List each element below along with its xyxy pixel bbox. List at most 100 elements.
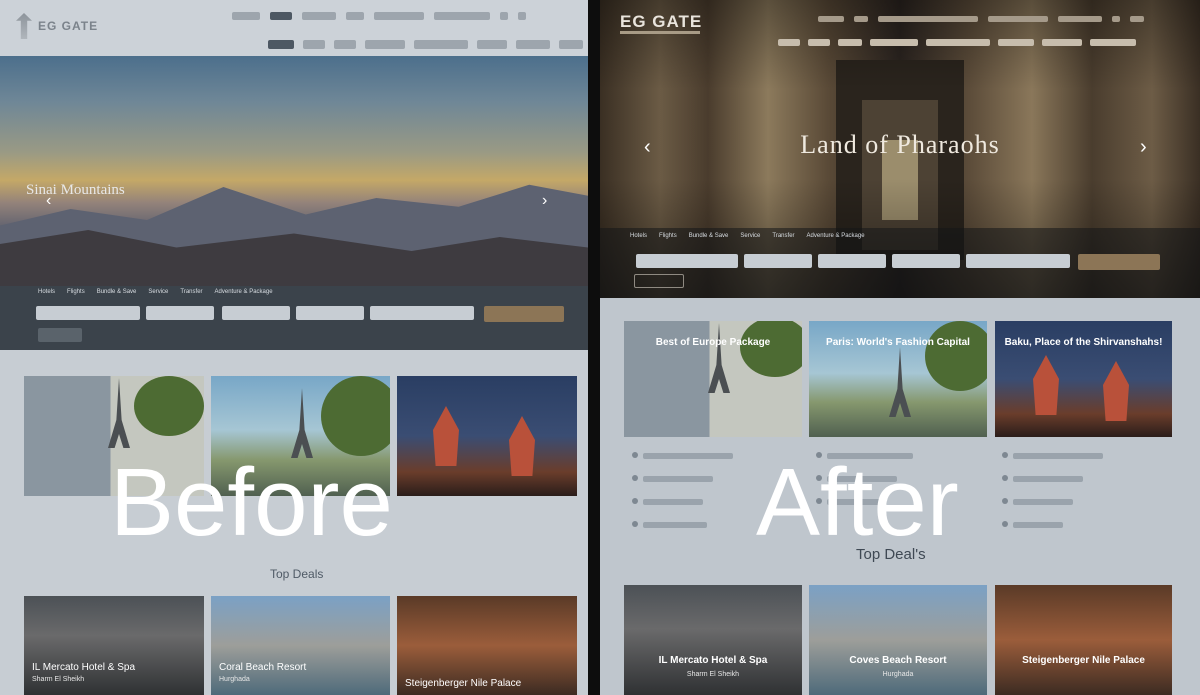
nav-item[interactable] <box>1090 39 1136 46</box>
eiffel-tower-icon <box>108 378 130 448</box>
slider-next-icon[interactable]: › <box>1140 136 1147 159</box>
before-logo-text: EG GATE <box>38 19 99 33</box>
search-tab[interactable]: Service <box>740 233 760 239</box>
after-top-links <box>818 16 1144 22</box>
search-tab[interactable]: Service <box>148 289 168 295</box>
before-search-button[interactable] <box>484 306 564 322</box>
before-top-links <box>232 12 526 20</box>
menu-icon[interactable] <box>518 12 526 20</box>
nav-item[interactable] <box>303 40 325 49</box>
nav-item[interactable] <box>778 39 800 46</box>
before-deal-card-baku[interactable] <box>397 376 577 496</box>
top-link[interactable] <box>1058 16 1102 22</box>
nav-item[interactable] <box>808 39 830 46</box>
top-link[interactable] <box>434 12 490 20</box>
top-link[interactable] <box>232 12 260 20</box>
nav-item[interactable] <box>998 39 1034 46</box>
hotel-name: IL Mercato Hotel & Spa <box>32 662 136 673</box>
search-tab[interactable]: Adventure & Package <box>215 289 273 295</box>
after-hero-slider: EG GATE Land of Pharaohs ‹ › Hotels Flig… <box>600 0 1200 298</box>
search-tab[interactable]: Bundle & Save <box>689 233 729 239</box>
add-rooms-button[interactable] <box>634 274 684 288</box>
check-icon <box>1002 497 1008 504</box>
top-link[interactable] <box>346 12 364 20</box>
feature-line <box>643 453 733 459</box>
top-link-active[interactable] <box>270 12 292 20</box>
slider-prev-icon[interactable]: ‹ <box>644 136 651 159</box>
before-hero-title: Sinai Mountains <box>26 182 125 198</box>
after-search-button[interactable] <box>1078 254 1160 270</box>
feature-line <box>643 522 707 528</box>
search-tab[interactable]: Transfer <box>772 233 794 239</box>
comparison-stage: EG GATE Sinai Mountains ‹ › Hotels Fligh… <box>0 0 1200 695</box>
search-icon[interactable] <box>1112 16 1120 22</box>
before-overlay-label: Before <box>110 449 393 556</box>
hotel-name: Coves Beach Resort <box>849 655 947 666</box>
before-main-nav <box>268 40 583 49</box>
hotel-location: Sharm El Sheikh <box>32 676 85 683</box>
search-tab[interactable]: Flights <box>659 233 677 239</box>
nav-item-active[interactable] <box>268 40 294 49</box>
destination-input[interactable] <box>636 254 738 268</box>
search-tab[interactable]: Adventure & Package <box>807 233 865 239</box>
deal-caption: Paris: World's Fashion Capital <box>826 337 970 348</box>
after-deal-card-baku[interactable]: Baku, Place of the Shirvanshahs! <box>995 321 1172 437</box>
nav-item[interactable] <box>838 39 862 46</box>
nationality-select[interactable] <box>370 306 474 320</box>
add-rooms-button[interactable] <box>38 328 82 342</box>
hotel-name: IL Mercato Hotel & Spa <box>658 655 768 666</box>
before-header: EG GATE <box>0 0 588 56</box>
nav-item[interactable] <box>414 40 468 49</box>
after-hotel-card[interactable]: Steigenberger Nile Palace <box>995 585 1172 695</box>
after-main-nav <box>778 39 1136 46</box>
guests-select[interactable] <box>892 254 960 268</box>
before-hotel-card[interactable]: IL Mercato Hotel & Spa Sharm El Sheikh <box>24 596 204 695</box>
before-search-tabs: Hotels Flights Bundle & Save Service Tra… <box>38 289 273 295</box>
nav-item[interactable] <box>1042 39 1082 46</box>
nav-item[interactable] <box>870 39 918 46</box>
after-hotel-card[interactable]: IL Mercato Hotel & Spa Sharm El Sheikh <box>624 585 802 695</box>
search-tab[interactable]: Bundle & Save <box>97 289 137 295</box>
tree-shape <box>134 376 204 436</box>
nav-item[interactable] <box>559 40 583 49</box>
nav-item[interactable] <box>926 39 990 46</box>
search-tab[interactable]: Transfer <box>180 289 202 295</box>
top-link[interactable] <box>878 16 978 22</box>
before-hotel-card[interactable]: Steigenberger Nile Palace <box>397 596 577 695</box>
nav-item[interactable] <box>334 40 356 49</box>
menu-icon[interactable] <box>1130 16 1144 22</box>
top-link[interactable] <box>302 12 336 20</box>
guests-select[interactable] <box>296 306 364 320</box>
after-deal-card-europe[interactable]: Best of Europe Package <box>624 321 802 437</box>
search-icon[interactable] <box>500 12 508 20</box>
nav-item[interactable] <box>516 40 550 49</box>
checkout-input[interactable] <box>818 254 886 268</box>
top-link[interactable] <box>818 16 844 22</box>
search-tab[interactable]: Flights <box>67 289 85 295</box>
before-hotel-card[interactable]: Coral Beach Resort Hurghada <box>211 596 390 695</box>
hotel-location: Hurghada <box>219 676 250 683</box>
feature-line <box>643 476 713 482</box>
checkout-input[interactable] <box>222 306 290 320</box>
nav-item[interactable] <box>477 40 507 49</box>
hotel-location: Hurghada <box>882 671 914 678</box>
slider-next-icon[interactable]: › <box>542 192 547 210</box>
top-link[interactable] <box>854 16 868 22</box>
nav-item[interactable] <box>365 40 405 49</box>
after-deal-card-paris[interactable]: Paris: World's Fashion Capital <box>809 321 987 437</box>
top-link[interactable] <box>988 16 1048 22</box>
after-hotel-card[interactable]: Coves Beach Resort Hurghada <box>809 585 987 695</box>
before-logo[interactable]: EG GATE <box>16 10 126 42</box>
checkin-input[interactable] <box>146 306 214 320</box>
search-tab[interactable]: Hotels <box>38 289 55 295</box>
slider-prev-icon[interactable]: ‹ <box>46 192 51 210</box>
nationality-select[interactable] <box>966 254 1070 268</box>
checkin-input[interactable] <box>744 254 812 268</box>
tree-shape <box>321 376 390 456</box>
destination-input[interactable] <box>36 306 140 320</box>
calendar-icon <box>632 451 638 458</box>
feature-line <box>1013 522 1063 528</box>
after-logo[interactable]: EG GATE <box>620 12 702 32</box>
top-link[interactable] <box>374 12 424 20</box>
search-tab[interactable]: Hotels <box>630 233 647 239</box>
